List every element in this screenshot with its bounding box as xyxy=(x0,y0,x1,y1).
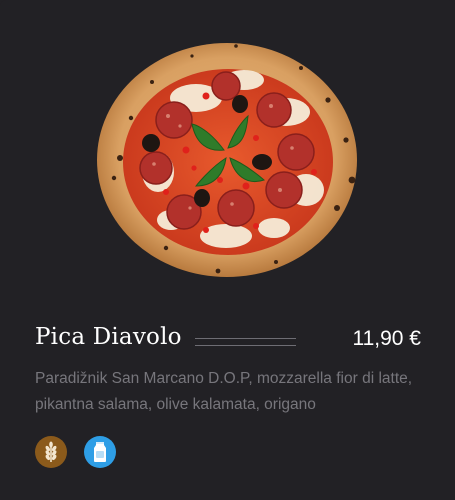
title-row: Pica Diavolo 11,90 € xyxy=(35,322,421,358)
item-description: Paradižnik San Marcano D.O.P, mozzarella… xyxy=(35,370,413,413)
menu-item-card: Pica Diavolo 11,90 € Paradižnik San Marc… xyxy=(0,0,455,500)
wheat-icon xyxy=(41,441,61,463)
item-title: Pica Diavolo xyxy=(35,324,182,350)
item-price: 11,90 € xyxy=(352,327,421,350)
allergen-list xyxy=(35,436,116,468)
milk-icon xyxy=(92,441,108,463)
allergen-wheat xyxy=(35,436,67,468)
title-price-divider xyxy=(195,338,296,346)
pizza-image xyxy=(96,40,358,280)
allergen-milk xyxy=(84,436,116,468)
